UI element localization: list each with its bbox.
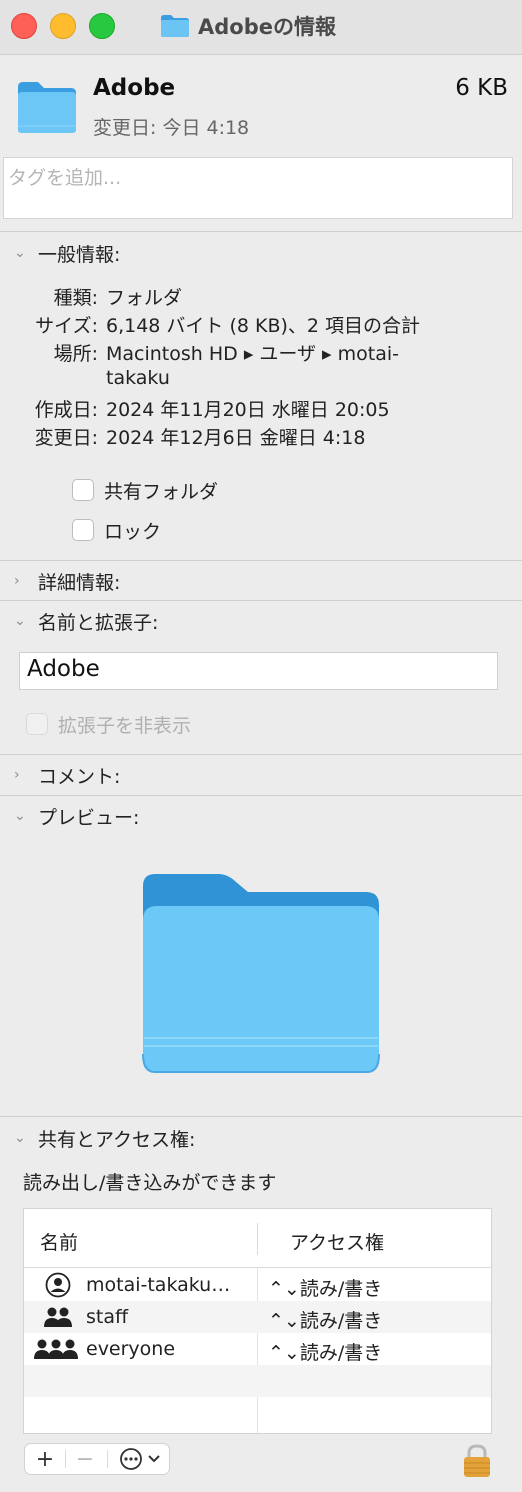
access-popup[interactable]: ⌃⌄読み/書き xyxy=(268,1338,382,1365)
info-label: 作成日: xyxy=(34,399,98,421)
column-header-name[interactable]: 名前 xyxy=(40,1228,78,1255)
chevron-down-icon: ⌄ xyxy=(14,1130,26,1146)
column-header-access[interactable]: アクセス権 xyxy=(290,1228,384,1255)
section-comments[interactable]: › コメント: xyxy=(14,762,120,788)
info-value: フォルダ xyxy=(106,287,183,309)
file-header: Adobe 6 KB 変更日: 今日 4:18 xyxy=(0,55,522,153)
section-title: コメント: xyxy=(38,765,121,788)
divider xyxy=(0,795,522,796)
info-value: Macintosh HD ▸ ユーザ ▸ motai- xyxy=(106,343,399,365)
section-name-extension[interactable]: ⌄ 名前と拡張子: xyxy=(14,608,158,634)
section-preview[interactable]: ⌄ プレビュー: xyxy=(14,803,139,829)
section-title: 詳細情報: xyxy=(38,571,121,594)
chevron-down-icon: ⌄ xyxy=(14,613,26,629)
info-value: 6,148 バイト (8 KB)、2 項目の合計 xyxy=(106,315,421,337)
group-icon xyxy=(42,1304,74,1330)
divider xyxy=(0,231,522,232)
checkbox-label: 共有フォルダ xyxy=(104,480,219,503)
permissions-table: 名前 アクセス権 motai-takaku… ⌃⌄読み/書き staff ⌃⌄読… xyxy=(23,1208,492,1434)
modified-date: 変更日: 今日 4:18 xyxy=(93,117,250,139)
chevron-down-icon xyxy=(148,1455,160,1463)
file-size: 6 KB xyxy=(455,75,508,101)
info-value: takaku xyxy=(106,367,170,389)
toolbar-divider xyxy=(65,1450,66,1468)
lock-icon[interactable] xyxy=(462,1444,492,1478)
principal-name: staff xyxy=(86,1306,129,1328)
chevron-right-icon: › xyxy=(14,767,20,783)
permission-status: 読み出し/書き込みができます xyxy=(23,1172,277,1194)
checkbox-box[interactable] xyxy=(26,713,48,735)
info-label: 場所: xyxy=(53,343,98,365)
info-label: 種類: xyxy=(53,287,98,309)
chevron-down-icon: ⌄ xyxy=(14,245,26,261)
action-menu-button[interactable] xyxy=(115,1444,165,1474)
section-title: プレビュー: xyxy=(38,806,140,829)
chevron-right-icon: › xyxy=(14,573,20,589)
checkbox-label: ロック xyxy=(104,520,162,543)
folder-icon xyxy=(18,82,76,133)
section-sharing-permissions[interactable]: ⌄ 共有とアクセス権: xyxy=(14,1125,195,1151)
folder-preview-icon xyxy=(142,874,380,1073)
ellipsis-circle-icon xyxy=(120,1448,142,1470)
close-button[interactable] xyxy=(11,13,37,39)
table-row[interactable]: motai-takaku… ⌃⌄読み/書き xyxy=(24,1269,491,1301)
minimize-button[interactable] xyxy=(50,13,76,39)
folder-icon xyxy=(161,15,189,37)
window-title: Adobeの情報 xyxy=(160,12,336,40)
divider xyxy=(0,600,522,601)
section-more-info[interactable]: › 詳細情報: xyxy=(14,568,120,594)
column-divider xyxy=(257,1223,258,1255)
principal-name: motai-takaku… xyxy=(86,1274,231,1296)
checkbox-label: 拡張子を非表示 xyxy=(58,714,192,737)
section-title: 共有とアクセス権: xyxy=(38,1128,196,1151)
section-title: 一般情報: xyxy=(38,243,121,266)
principal-name: everyone xyxy=(86,1338,176,1360)
title-bar: Adobeの情報 xyxy=(0,0,522,55)
info-label: 変更日: xyxy=(34,427,98,449)
hide-extension-checkbox[interactable]: 拡張子を非表示 xyxy=(26,711,191,737)
chevron-down-icon: ⌄ xyxy=(14,808,26,824)
zoom-button[interactable] xyxy=(89,13,115,39)
checkbox-box[interactable] xyxy=(72,479,94,501)
everyone-icon xyxy=(32,1336,80,1362)
access-popup[interactable]: ⌃⌄読み/書き xyxy=(268,1274,382,1301)
info-value: 2024 年11月20日 水曜日 20:05 xyxy=(106,399,390,421)
table-row[interactable]: staff ⌃⌄読み/書き xyxy=(24,1301,491,1333)
table-row[interactable]: everyone ⌃⌄読み/書き xyxy=(24,1333,491,1365)
table-row xyxy=(24,1397,491,1429)
divider xyxy=(0,1116,522,1117)
table-header: 名前 アクセス権 xyxy=(24,1209,491,1268)
tags-input[interactable]: タグを追加... xyxy=(3,157,513,219)
info-value: 2024 年12月6日 金曜日 4:18 xyxy=(106,427,366,449)
access-popup[interactable]: ⌃⌄読み/書き xyxy=(268,1306,382,1333)
shared-folder-checkbox[interactable]: 共有フォルダ xyxy=(72,477,218,503)
info-label: サイズ: xyxy=(35,315,98,337)
section-general[interactable]: ⌄ 一般情報: xyxy=(14,240,120,266)
toolbar-divider xyxy=(107,1450,108,1468)
remove-button[interactable]: − xyxy=(69,1444,101,1474)
window-title-text: Adobeの情報 xyxy=(198,15,336,39)
user-icon xyxy=(42,1272,74,1298)
divider xyxy=(0,754,522,755)
name-field[interactable]: Adobe xyxy=(19,652,498,690)
divider xyxy=(0,560,522,561)
section-title: 名前と拡張子: xyxy=(38,611,159,634)
permissions-toolbar: + − xyxy=(24,1443,170,1475)
locked-checkbox[interactable]: ロック xyxy=(72,517,161,543)
table-row xyxy=(24,1365,491,1397)
add-button[interactable]: + xyxy=(29,1444,61,1474)
file-name: Adobe xyxy=(93,75,176,101)
checkbox-box[interactable] xyxy=(72,519,94,541)
